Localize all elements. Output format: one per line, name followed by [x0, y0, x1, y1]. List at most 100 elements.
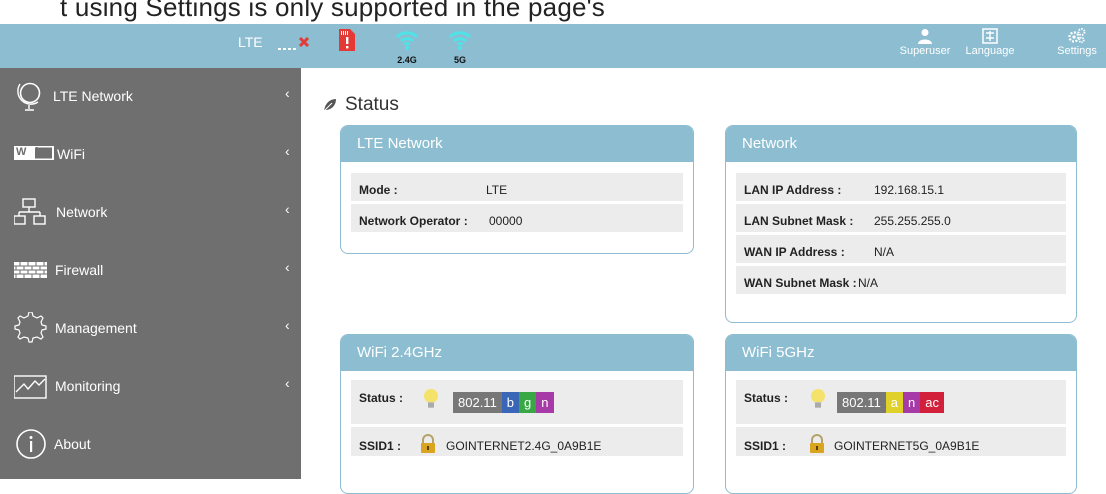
- sidebar-item-network[interactable]: Network ‹: [0, 184, 301, 242]
- firewall-icon: [14, 254, 48, 286]
- sidebar-item-lte-network[interactable]: LTE Network ‹: [0, 68, 301, 126]
- gears-icon: [1068, 28, 1086, 44]
- wifi-2g-indicator: 2.4G: [393, 24, 421, 68]
- chevron-left-icon: ‹: [285, 201, 290, 217]
- sidebar-item-wifi[interactable]: Wi Fi WiFi ‹: [0, 126, 301, 184]
- language-label: Language: [965, 45, 1015, 57]
- card-title: LTE Network: [341, 126, 693, 162]
- lightbulb-icon: [424, 389, 438, 408]
- sim-card-icon: [338, 28, 356, 52]
- wifi-icon: [448, 31, 472, 50]
- sidebar-item-label: WiFi: [57, 146, 85, 162]
- superuser-button[interactable]: Superuser: [895, 24, 955, 68]
- row-value: N/A: [858, 276, 879, 290]
- row-key: WAN Subnet Mask :: [744, 276, 857, 290]
- table-row: LAN IP Address : 192.168.15.1: [736, 173, 1066, 204]
- row-value: LTE: [486, 183, 508, 197]
- mode-base-label: 802.11: [837, 392, 886, 413]
- signal-disconnected-icon: [278, 34, 312, 54]
- mode-n-label: n: [903, 392, 921, 413]
- mode-b-label: b: [501, 392, 520, 413]
- language-button[interactable]: Language: [960, 24, 1020, 68]
- superuser-label: Superuser: [899, 45, 951, 57]
- wifi-24ghz-card: WiFi 2.4GHz Status : 802.11 b g n SSID1 …: [340, 334, 694, 494]
- wifi-icon: [395, 31, 419, 50]
- sidebar-item-label: About: [54, 436, 91, 452]
- language-icon: [982, 28, 998, 44]
- row-value: 00000: [489, 214, 523, 228]
- row-value: 255.255.255.0: [874, 214, 951, 228]
- chart-icon: [13, 370, 48, 402]
- mode-base-label: 802.11: [453, 392, 502, 413]
- wifi-5g-label: 5G: [453, 55, 466, 65]
- caption-text: t using Settings is only supported in th…: [60, 0, 606, 22]
- ssid-row: SSID1 : GOINTERNET5G_0A9B1E: [736, 427, 1066, 459]
- user-icon: [918, 29, 932, 44]
- row-key: SSID1 :: [359, 439, 402, 453]
- wifi-mode-badge: 802.11 b g n: [453, 392, 554, 413]
- row-key: Status :: [744, 391, 789, 405]
- mode-a-label: a: [885, 392, 904, 413]
- globe-icon: [14, 80, 48, 112]
- page-title-text: Status: [345, 94, 399, 115]
- row-key: WAN IP Address :: [744, 245, 845, 259]
- row-key: LAN IP Address :: [744, 183, 842, 197]
- leaf-icon: [323, 99, 336, 112]
- card-title: WiFi 2.4GHz: [341, 335, 693, 371]
- row-key: Network Operator :: [359, 214, 468, 228]
- wifi-2g-label: 2.4G: [397, 55, 417, 65]
- sidebar-item-label: Monitoring: [55, 378, 121, 394]
- table-row: WAN Subnet Mask : N/A: [736, 266, 1066, 297]
- chevron-left-icon: ‹: [285, 317, 290, 333]
- row-key: SSID1 :: [744, 439, 787, 453]
- settings-button[interactable]: Settings: [1047, 24, 1106, 68]
- mode-n-label: n: [536, 392, 554, 413]
- ssid-value: GOINTERNET2.4G_0A9B1E: [446, 439, 602, 453]
- lte-status-label: LTE: [238, 34, 263, 50]
- sidebar-item-label: Firewall: [55, 262, 104, 278]
- sidebar-item-firewall[interactable]: Firewall ‹: [0, 242, 301, 300]
- sidebar-item-monitoring[interactable]: Monitoring ‹: [0, 358, 301, 416]
- row-key: Mode :: [359, 183, 398, 197]
- clipped-caption: t using Settings is only supported in th…: [0, 0, 1106, 24]
- main-content: Status LTE Network Mode : LTE Network Op…: [301, 68, 1106, 494]
- mode-g-label: g: [519, 392, 537, 413]
- status-row: Status : 802.11 b g n: [351, 380, 683, 427]
- chevron-left-icon: ‹: [285, 259, 290, 275]
- lock-icon: [421, 434, 435, 453]
- lightbulb-icon: [811, 389, 825, 408]
- row-value: 192.168.15.1: [874, 183, 945, 197]
- mode-ac-label: ac: [920, 392, 944, 413]
- table-row: LAN Subnet Mask : 255.255.255.0: [736, 204, 1066, 235]
- chevron-left-icon: ‹: [285, 143, 290, 159]
- page-title: Status: [323, 94, 399, 116]
- ssid-row: SSID1 : GOINTERNET2.4G_0A9B1E: [351, 427, 683, 459]
- table-row: Mode : LTE: [351, 173, 683, 204]
- status-row: Status : 802.11 a n ac: [736, 380, 1066, 427]
- row-value: N/A: [874, 245, 895, 259]
- table-row: Network Operator : 00000: [351, 204, 683, 235]
- card-title: WiFi 5GHz: [726, 335, 1076, 371]
- chevron-left-icon: ‹: [285, 85, 290, 101]
- lte-network-card: LTE Network Mode : LTE Network Operator …: [340, 125, 694, 254]
- sidebar-item-label: LTE Network: [53, 88, 133, 104]
- sidebar-item-about[interactable]: About: [0, 416, 301, 474]
- gear-outline-icon: [14, 311, 48, 344]
- network-icon: [13, 196, 48, 228]
- network-card: Network LAN IP Address : 192.168.15.1 LA…: [725, 125, 1077, 323]
- top-header: LTE 2.4G 5G Superuser Language Settings: [0, 24, 1106, 68]
- lock-icon: [810, 434, 824, 453]
- card-title: Network: [726, 126, 1076, 162]
- info-icon: [14, 428, 48, 460]
- sidebar-item-label: Network: [56, 204, 108, 220]
- table-row: WAN IP Address : N/A: [736, 235, 1066, 266]
- wifi-mode-badge: 802.11 a n ac: [837, 392, 944, 413]
- wifi-5ghz-card: WiFi 5GHz Status : 802.11 a n ac SSID1 :: [725, 334, 1077, 494]
- sidebar: LTE Network ‹ Wi Fi WiFi ‹ Network ‹ Fir…: [0, 68, 301, 479]
- sidebar-item-management[interactable]: Management ‹: [0, 300, 301, 358]
- wifi-logo-icon: Wi Fi: [14, 145, 78, 161]
- row-key: Status :: [359, 391, 404, 405]
- row-key: LAN Subnet Mask :: [744, 214, 854, 228]
- ssid-value: GOINTERNET5G_0A9B1E: [834, 439, 980, 453]
- settings-label: Settings: [1057, 45, 1097, 57]
